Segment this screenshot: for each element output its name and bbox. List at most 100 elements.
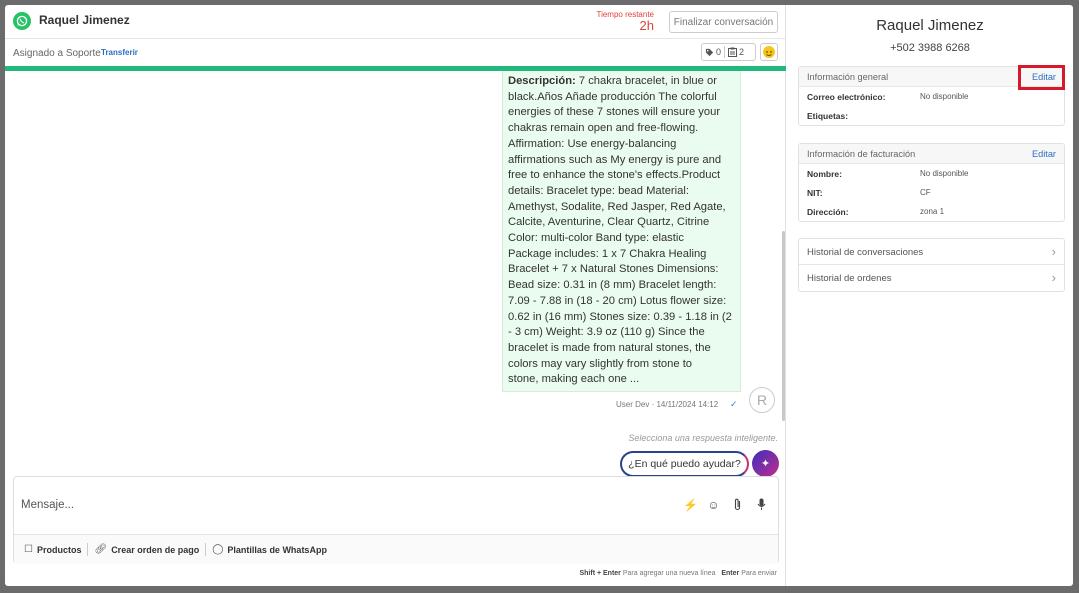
field-value: No disponible bbox=[920, 92, 969, 101]
general-info-card: Información general Editar Correo electr… bbox=[798, 65, 1065, 126]
chat-panel: Raquel Jimenez Tiempo restante 2h Finali… bbox=[5, 5, 786, 586]
send-text: Para enviar bbox=[741, 570, 777, 577]
composer-actions: ☐ Productos 🔗︎ Crear orden de pago ◯ Pla… bbox=[14, 534, 778, 564]
field-value: CF bbox=[920, 188, 931, 197]
products-button[interactable]: ☐ Productos bbox=[18, 544, 87, 555]
contact-name: Raquel Jimenez bbox=[39, 13, 130, 27]
emoji-icon[interactable]: ☺ bbox=[707, 498, 720, 514]
create-payment-order-button[interactable]: 🔗︎ Crear orden de pago bbox=[88, 544, 205, 555]
message-text: Descripción: 7 chakra bracelet, in blue … bbox=[508, 74, 735, 388]
info-row: Etiquetas: bbox=[799, 106, 1064, 125]
link-label: Historial de ordenes bbox=[807, 273, 892, 284]
link-icon: 🔗︎ bbox=[94, 544, 108, 555]
message-line: Color: multi-color Band type: elastic bbox=[508, 232, 684, 245]
sparkle-icon[interactable]: ✦ bbox=[752, 450, 779, 477]
billing-info-card: Información de facturación Editar Nombre… bbox=[798, 143, 1065, 222]
newline-text: Para agregar una nueva línea bbox=[622, 570, 716, 577]
contact-name: Raquel Jimenez bbox=[876, 17, 984, 34]
emoji-button[interactable] bbox=[760, 43, 778, 61]
message-line: black.Años Añade producción The colorful bbox=[508, 90, 717, 103]
orders-counter[interactable]: 2 bbox=[725, 47, 747, 57]
message-line: colors may vary slightly from stone to bbox=[508, 357, 693, 370]
assignment-bar: Asignado a Soporte Transferir 0 2 bbox=[5, 39, 786, 67]
message-input[interactable] bbox=[14, 477, 664, 533]
field-label: Dirección: bbox=[807, 207, 849, 217]
avatar: R bbox=[749, 387, 775, 413]
composer-icons: ⚡ ☺ bbox=[683, 498, 768, 514]
message-line: Bracelet + 7 x Natural Stones Dimensions… bbox=[508, 263, 719, 276]
info-row: NIT: CF bbox=[799, 183, 1064, 202]
assigned-label: Asignado a Soporte bbox=[13, 48, 101, 59]
message-bubble: Descripción: 7 chakra bracelet, in blue … bbox=[502, 71, 741, 392]
card-header: Información de facturación Editar bbox=[799, 144, 1064, 164]
payment-order-label: Crear orden de pago bbox=[111, 544, 200, 555]
chevron-right-icon: › bbox=[1051, 270, 1056, 285]
orders-count: 2 bbox=[739, 47, 745, 57]
message-line: energies of these 7 stones will ensure y… bbox=[508, 106, 721, 119]
message-line: affirmations such as My energy is pure a… bbox=[508, 153, 722, 166]
message-line: - 3 cm) Weight: 3.9 oz (110 g) Since the bbox=[508, 326, 705, 339]
shortcut-hint: Shift + Enter Para agregar una nueva lín… bbox=[579, 570, 777, 577]
delivered-check-icon: ✓ bbox=[730, 399, 738, 409]
finalize-conversation-button[interactable]: Finalizar conversación bbox=[669, 11, 778, 33]
order-history-link[interactable]: Historial de ordenes › bbox=[799, 265, 1064, 291]
field-label: Correo electrónico: bbox=[807, 92, 886, 102]
link-label: Historial de conversaciones bbox=[807, 247, 924, 258]
edit-billing-info-link[interactable]: Editar bbox=[1032, 149, 1056, 159]
history-links-card: Historial de conversaciones › Historial … bbox=[798, 238, 1065, 292]
message-line: Package includes: 1 x 7 Chakra Healing bbox=[508, 247, 707, 260]
card-title: Información de facturación bbox=[807, 149, 916, 159]
message-line: Bead size: 0.31 in (8 mm) Bracelet lengt… bbox=[508, 279, 717, 292]
message-line: 0.62 in (16 mm) Stones size: 0.39 - 1.18… bbox=[508, 310, 732, 323]
info-row: Dirección: zona 1 bbox=[799, 202, 1064, 221]
counters-group[interactable]: 0 2 bbox=[701, 43, 756, 61]
products-label: Productos bbox=[36, 544, 82, 555]
message-line: free to enhance the stone's effects.Prod… bbox=[508, 169, 721, 182]
message-line: Amethyst, Sodalite, Red Jasper, Red Agat… bbox=[508, 200, 726, 213]
message-line: Affirmation: Use energy-balancing bbox=[508, 137, 677, 150]
tag-icon bbox=[705, 48, 714, 56]
info-row: Nombre: No disponible bbox=[799, 164, 1064, 183]
message-list: Descripción: 7 chakra bracelet, in blue … bbox=[5, 71, 786, 477]
field-value: No disponible bbox=[920, 169, 969, 178]
time-remaining-value: 2h bbox=[639, 18, 654, 33]
message-composer: ⚡ ☺ ☐ Productos 🔗︎ Crear orden de pago bbox=[13, 476, 779, 564]
message-meta: User Dev · 14/11/2024 14:12 bbox=[616, 400, 719, 409]
message-scrollbar[interactable] bbox=[782, 231, 785, 421]
smart-reply-suggestion[interactable]: ¿En qué puedo ayudar? bbox=[620, 451, 749, 477]
info-row: Correo electrónico: No disponible bbox=[799, 87, 1064, 106]
send-key: Enter bbox=[721, 570, 740, 577]
transfer-link[interactable]: Transferir bbox=[101, 48, 138, 57]
conversation-history-link[interactable]: Historial de conversaciones › bbox=[799, 239, 1064, 265]
message-line: details: Bracelet type: bead Material: bbox=[508, 184, 689, 197]
box-icon: ☐ bbox=[24, 544, 33, 555]
contact-sidebar: Raquel Jimenez +502 3988 6268 Informació… bbox=[787, 5, 1073, 586]
field-label: NIT: bbox=[807, 188, 823, 198]
tag-counter[interactable]: 0 bbox=[702, 47, 724, 57]
app-window: Raquel Jimenez Tiempo restante 2h Finali… bbox=[5, 5, 1073, 586]
description-label: Descripción: bbox=[508, 75, 576, 87]
field-label: Etiquetas: bbox=[807, 111, 849, 121]
message-line: 7.09 - 7.88 in (18 - 20 cm) Lotus flower… bbox=[508, 294, 727, 307]
contact-phone: +502 3988 6268 bbox=[890, 42, 970, 54]
whatsapp-icon: ◯ bbox=[212, 544, 224, 555]
chat-header: Raquel Jimenez Tiempo restante 2h Finali… bbox=[5, 5, 786, 39]
card-title: Información general bbox=[807, 72, 889, 82]
message-line: Calcite, Aventurine, Clear Quartz, Citri… bbox=[508, 216, 710, 229]
whatsapp-icon bbox=[13, 12, 31, 30]
lightning-icon[interactable]: ⚡ bbox=[683, 498, 698, 514]
newline-key: Shift + Enter bbox=[579, 570, 621, 577]
microphone-icon[interactable] bbox=[755, 498, 768, 514]
chevron-right-icon: › bbox=[1051, 244, 1056, 259]
whatsapp-templates-button[interactable]: ◯ Plantillas de WhatsApp bbox=[206, 544, 333, 555]
message-line: stone, making each one ... bbox=[508, 373, 640, 386]
paperclip-icon[interactable] bbox=[731, 498, 744, 514]
message-line: chakras remain open and free-flowing. bbox=[508, 122, 699, 135]
clipboard-icon bbox=[728, 47, 738, 57]
smart-reply-hint: Selecciona una respuesta inteligente. bbox=[628, 433, 778, 443]
field-value: zona 1 bbox=[920, 207, 945, 216]
emoji-icon bbox=[763, 46, 775, 58]
card-header: Información general Editar bbox=[799, 65, 1065, 90]
templates-label: Plantillas de WhatsApp bbox=[227, 544, 327, 555]
message-line: Descripción: 7 chakra bracelet, in blue … bbox=[508, 75, 717, 87]
